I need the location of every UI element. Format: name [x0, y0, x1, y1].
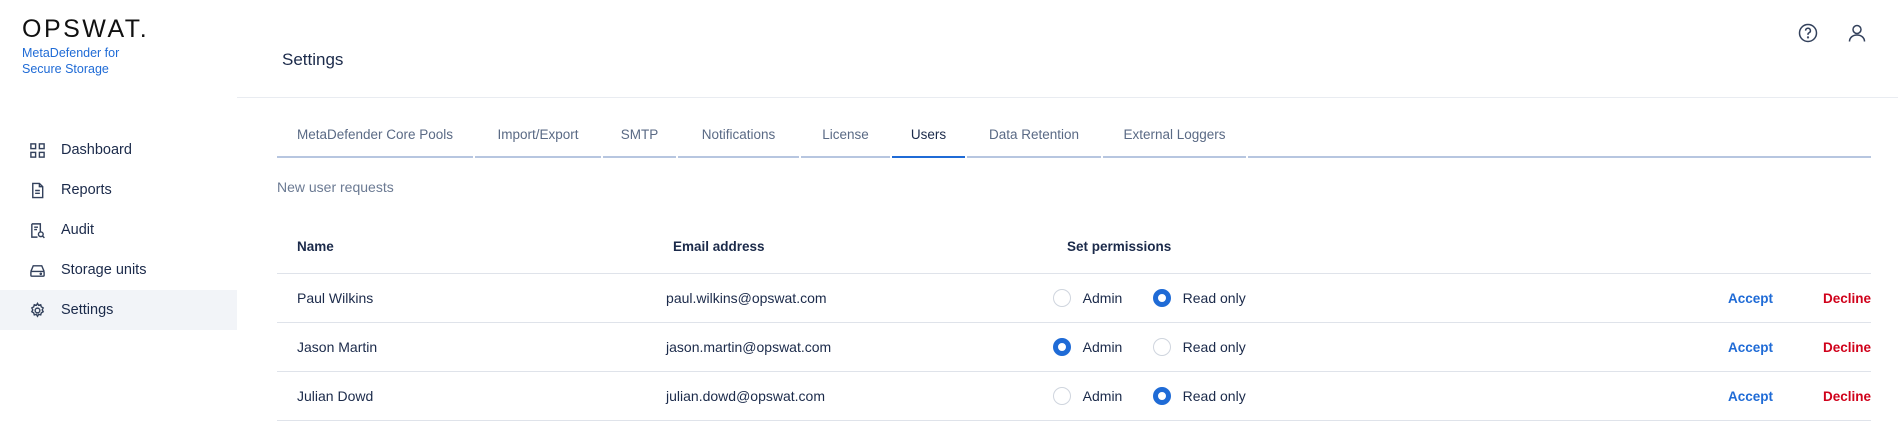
radio-label: Admin [1082, 339, 1123, 355]
accept-button[interactable]: Accept [1728, 340, 1773, 355]
admin-radio[interactable] [1052, 338, 1071, 356]
user-email: paul.wilkins@opswat.com [666, 290, 827, 306]
read-only-radio-option[interactable]: Read only [1152, 338, 1246, 356]
column-header-email: Email address [673, 239, 765, 254]
table-row: Paul Wilkins paul.wilkins@opswat.com Adm… [277, 274, 1871, 323]
column-header-name: Name [297, 239, 334, 254]
permission-group: Admin Read only [1048, 289, 1607, 307]
sidebar-item-audit[interactable]: Audit [0, 210, 237, 250]
sidebar-item-label: Storage units [61, 262, 147, 278]
tab-data-retention[interactable]: Data Retention [967, 112, 1101, 158]
tab-external-loggers[interactable]: External Loggers [1103, 112, 1246, 158]
user-requests-table: Name Email address Set permissions Paul … [277, 220, 1871, 421]
user-name: Julian Dowd [297, 388, 374, 404]
user-email: julian.dowd@opswat.com [666, 388, 825, 404]
admin-radio[interactable] [1052, 387, 1071, 405]
help-icon[interactable] [1797, 22, 1821, 46]
read-only-radio[interactable] [1152, 387, 1171, 405]
read-only-radio-option[interactable]: Read only [1152, 289, 1246, 307]
settings-tabs: MetaDefender Core Pools Import/Export SM… [277, 112, 1871, 158]
sidebar-item-settings[interactable]: Settings [0, 290, 237, 330]
sidebar-item-label: Dashboard [61, 142, 132, 158]
tab-users[interactable]: Users [892, 112, 965, 158]
decline-button[interactable]: Decline [1823, 291, 1871, 306]
gear-icon [28, 301, 46, 319]
section-title: New user requests [277, 179, 394, 195]
admin-radio-option[interactable]: Admin [1052, 289, 1153, 307]
row-actions: Accept Decline [1607, 291, 1871, 306]
sidebar: OPSWAT. MetaDefender for Secure Storage … [0, 0, 237, 437]
radio-label: Read only [1182, 388, 1246, 404]
grid-icon [28, 141, 46, 159]
admin-radio-option[interactable]: Admin [1052, 338, 1153, 356]
sidebar-item-dashboard[interactable]: Dashboard [0, 130, 237, 170]
top-header: Settings [237, 0, 1898, 98]
table-row: Julian Dowd julian.dowd@opswat.com Admin… [277, 372, 1871, 421]
radio-label: Admin [1082, 290, 1123, 306]
sidebar-item-label: Settings [61, 302, 114, 318]
decline-button[interactable]: Decline [1823, 340, 1871, 355]
product-name: MetaDefender for Secure Storage [22, 46, 120, 76]
audit-icon [28, 221, 46, 239]
tab-metadefender-core-pools[interactable]: MetaDefender Core Pools [277, 112, 473, 158]
permission-group: Admin Read only [1048, 387, 1607, 405]
read-only-radio[interactable] [1152, 289, 1171, 307]
opswat-logo[interactable]: OPSWAT. [22, 15, 149, 44]
row-actions: Accept Decline [1607, 340, 1871, 355]
document-icon [28, 181, 46, 199]
radio-label: Read only [1182, 290, 1246, 306]
tab-smtp[interactable]: SMTP [603, 112, 676, 158]
user-name: Jason Martin [297, 339, 378, 355]
sidebar-item-reports[interactable]: Reports [0, 170, 237, 210]
read-only-radio-option[interactable]: Read only [1152, 387, 1246, 405]
admin-radio[interactable] [1052, 289, 1071, 307]
user-icon[interactable] [1846, 22, 1870, 46]
column-header-permissions: Set permissions [1067, 239, 1172, 254]
table-header: Name Email address Set permissions [277, 220, 1871, 274]
read-only-radio[interactable] [1152, 338, 1171, 356]
radio-label: Read only [1182, 339, 1246, 355]
tab-license[interactable]: License [801, 112, 890, 158]
user-name: Paul Wilkins [297, 290, 374, 306]
sidebar-item-label: Reports [61, 182, 112, 198]
tab-import-export[interactable]: Import/Export [475, 112, 601, 158]
tab-bar-filler [1248, 112, 1871, 158]
radio-label: Admin [1082, 388, 1123, 404]
admin-radio-option[interactable]: Admin [1052, 387, 1153, 405]
page-title: Settings [282, 50, 344, 69]
row-actions: Accept Decline [1607, 389, 1871, 404]
sidebar-nav: Dashboard Reports Audit Storage units Se… [0, 130, 237, 330]
permission-group: Admin Read only [1048, 338, 1607, 356]
tab-notifications[interactable]: Notifications [678, 112, 799, 158]
table-row: Jason Martin jason.martin@opswat.com Adm… [277, 323, 1871, 372]
accept-button[interactable]: Accept [1728, 291, 1773, 306]
user-email: jason.martin@opswat.com [666, 339, 832, 355]
sidebar-item-label: Audit [61, 222, 95, 238]
sidebar-item-storage-units[interactable]: Storage units [0, 250, 237, 290]
accept-button[interactable]: Accept [1728, 389, 1773, 404]
decline-button[interactable]: Decline [1823, 389, 1871, 404]
storage-icon [28, 261, 46, 279]
